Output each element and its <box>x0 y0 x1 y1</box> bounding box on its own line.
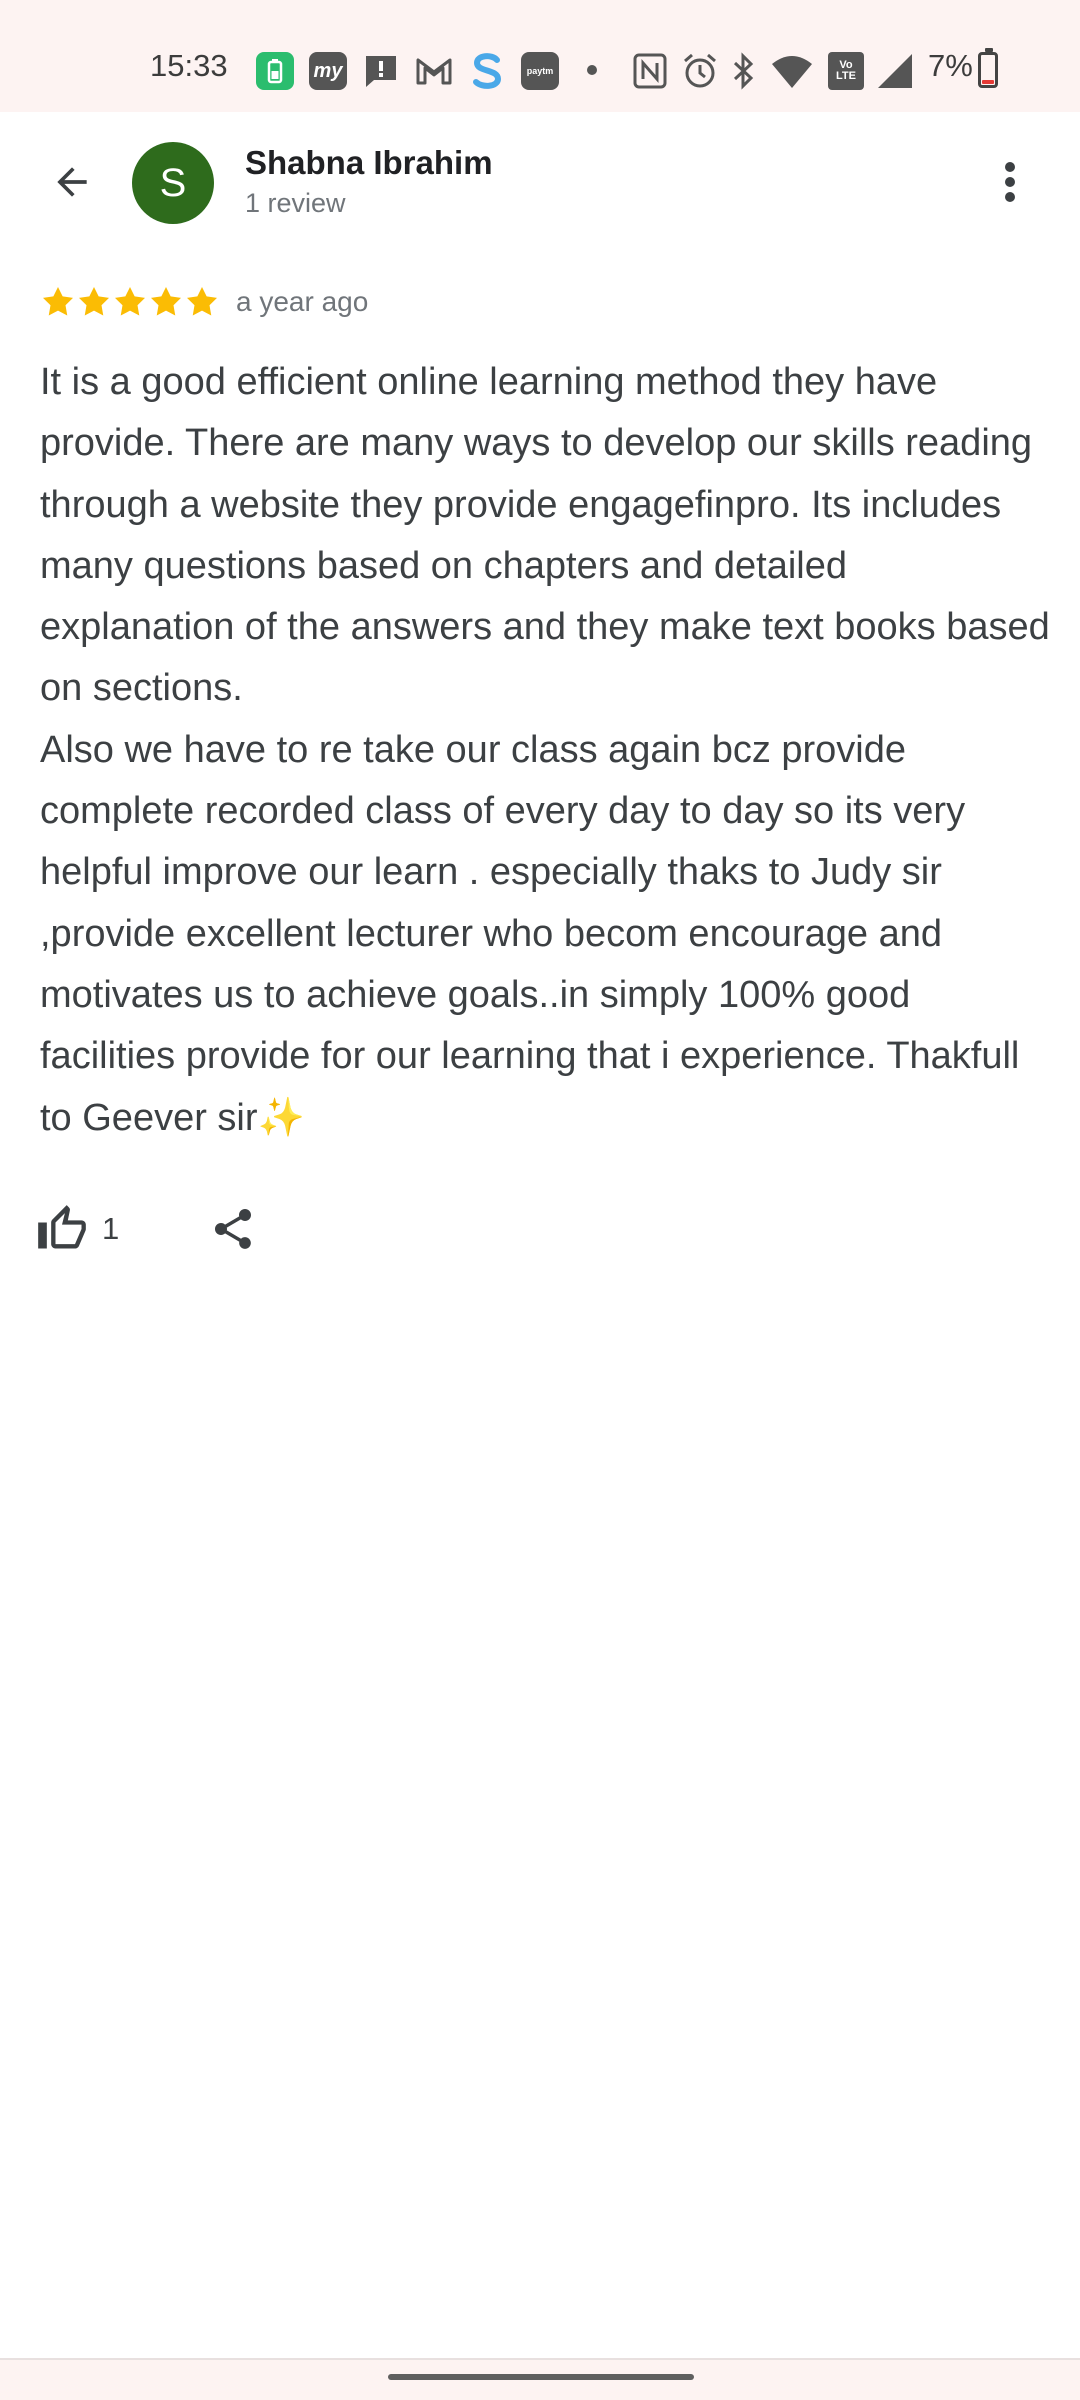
star-icon <box>79 287 109 316</box>
messages-icon <box>362 52 400 90</box>
back-button[interactable] <box>32 142 112 222</box>
review-text: It is a good efficient online learning m… <box>40 361 1050 1139</box>
more-vert-icon <box>1005 162 1015 202</box>
star-icon <box>151 287 181 316</box>
share-button[interactable] <box>200 1196 266 1262</box>
star-rating <box>40 284 220 320</box>
more-options-button[interactable] <box>970 142 1050 222</box>
review-time: a year ago <box>236 286 369 317</box>
paytm-label: paytm <box>526 66 554 76</box>
battery-level <box>982 80 994 84</box>
volte-label: Vo LTE <box>836 59 856 82</box>
bluetooth-icon <box>730 52 756 98</box>
arrow-back-icon <box>57 167 87 197</box>
share-icon <box>215 1209 251 1249</box>
reviewer-review-count: 1 review <box>245 188 346 218</box>
paytm-icon: paytm <box>521 52 559 90</box>
reviewer-name[interactable]: Shabna Ibrahim <box>245 144 493 182</box>
home-indicator[interactable] <box>388 2374 694 2380</box>
status-bar: 15:33 my paytm Vo LTE 7% <box>0 0 1080 112</box>
star-icon <box>115 287 145 316</box>
battery-saver-app-icon <box>256 52 294 90</box>
rating-row: a year ago <box>40 282 368 322</box>
s-app-icon <box>468 52 506 90</box>
like-button[interactable]: 1 <box>36 1196 119 1262</box>
gmail-icon <box>415 52 453 90</box>
status-time: 15:33 <box>150 48 228 83</box>
like-count: 1 <box>102 1211 120 1246</box>
dot-icon <box>586 52 598 90</box>
myjio-label: my <box>313 59 343 82</box>
battery-icon <box>978 48 998 88</box>
star-icon <box>187 287 217 316</box>
thumb-up-outline-icon <box>38 1205 86 1249</box>
wifi-icon <box>770 52 814 98</box>
myjio-app-icon: my <box>309 52 347 90</box>
avatar[interactable]: S <box>132 142 214 224</box>
alarm-icon <box>682 52 718 98</box>
battery-percentage: 7% <box>928 48 973 83</box>
star-icon <box>43 287 73 316</box>
avatar-letter: S <box>159 160 187 205</box>
signal-icon <box>876 52 914 98</box>
review-header: S Shabna Ibrahim 1 review <box>0 112 1080 258</box>
nfc-icon <box>632 52 668 98</box>
volte-icon: Vo LTE <box>828 52 864 90</box>
navigation-bar <box>0 2360 1080 2400</box>
